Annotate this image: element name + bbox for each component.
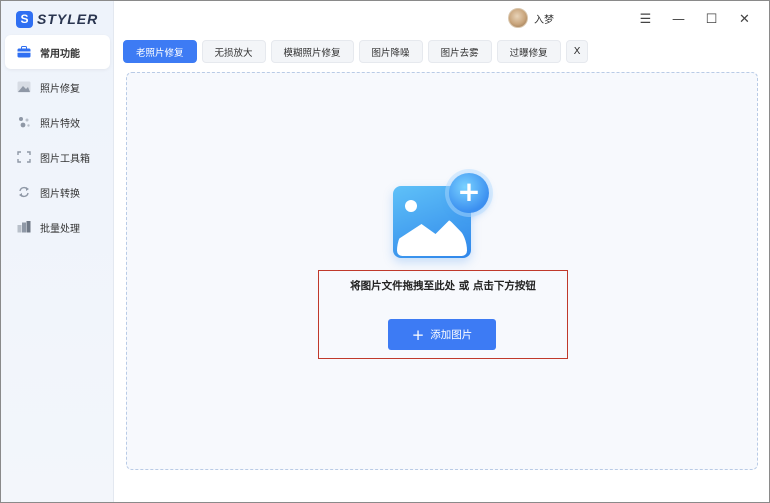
sidebar-item-photo-repair[interactable]: 照片修复: [5, 70, 110, 104]
add-image-label: 添加图片: [430, 329, 473, 341]
sidebar-item-label: 照片修复: [40, 83, 80, 95]
batch-icon: [17, 221, 31, 233]
sidebar-item-photo-effects[interactable]: 照片特效: [5, 105, 110, 139]
sidebar: S STYLER 常用功能 照片修复 照片特效 图片工具箱 图片转换 批量处理: [1, 1, 114, 502]
maximize-icon[interactable]: ☐: [695, 9, 728, 29]
username: 入梦: [534, 14, 554, 26]
crop-tools-icon: [17, 151, 31, 163]
sidebar-item-label: 批量处理: [40, 223, 80, 235]
sidebar-item-convert[interactable]: 图片转换: [5, 175, 110, 209]
title-bar: 入梦 ☰ — ☐ ✕: [115, 1, 769, 37]
menu-icon[interactable]: ☰: [629, 9, 662, 29]
image-repair-icon: [17, 81, 31, 93]
tab-denoise[interactable]: 图片降噪: [358, 40, 423, 63]
tab-old-photo-repair[interactable]: 老照片修复: [123, 40, 197, 63]
sidebar-item-common[interactable]: 常用功能: [5, 35, 110, 69]
toolbox-icon: [17, 46, 31, 58]
logo-mark: S: [16, 10, 33, 28]
sidebar-item-label: 常用功能: [40, 48, 80, 60]
convert-icon: [17, 186, 31, 198]
close-icon[interactable]: ✕: [728, 9, 761, 29]
tab-close-button[interactable]: X: [565, 40, 589, 63]
sidebar-item-label: 照片特效: [40, 118, 80, 130]
tab-blur-repair[interactable]: 模糊照片修复: [270, 40, 354, 63]
plus-icon: +: [411, 325, 425, 344]
tab-dehaze[interactable]: 图片去雾: [427, 40, 492, 63]
avatar[interactable]: [508, 8, 528, 28]
tab-overexposure-repair[interactable]: 过曝修复: [496, 40, 561, 63]
user-profile[interactable]: 入梦: [508, 8, 554, 28]
window-controls: ☰ — ☐ ✕: [629, 9, 761, 29]
minimize-icon[interactable]: —: [662, 9, 695, 29]
upload-illustration: +: [393, 173, 493, 261]
drop-instruction: 将图片文件拖拽至此处 或 点击下方按钮: [350, 280, 536, 292]
tab-lossless-upscale[interactable]: 无损放大: [201, 40, 266, 63]
plus-badge-icon: +: [449, 173, 489, 213]
sidebar-item-batch[interactable]: 批量处理: [5, 210, 110, 244]
sidebar-item-label: 图片工具箱: [40, 153, 90, 165]
feature-tabs: 老照片修复 无损放大 模糊照片修复 图片降噪 图片去雾 过曝修复 X: [123, 40, 593, 63]
sun-shape: [405, 200, 417, 212]
sidebar-item-label: 图片转换: [40, 188, 80, 200]
sidebar-item-toolbox[interactable]: 图片工具箱: [5, 140, 110, 174]
add-image-button[interactable]: + 添加图片: [388, 319, 496, 350]
app-name: STYLER: [37, 11, 99, 27]
app-logo: S STYLER: [16, 10, 98, 28]
mountain-shape: [397, 220, 467, 256]
sparkle-effects-icon: [17, 116, 31, 128]
sidebar-nav: 常用功能 照片修复 照片特效 图片工具箱 图片转换 批量处理: [1, 35, 114, 245]
